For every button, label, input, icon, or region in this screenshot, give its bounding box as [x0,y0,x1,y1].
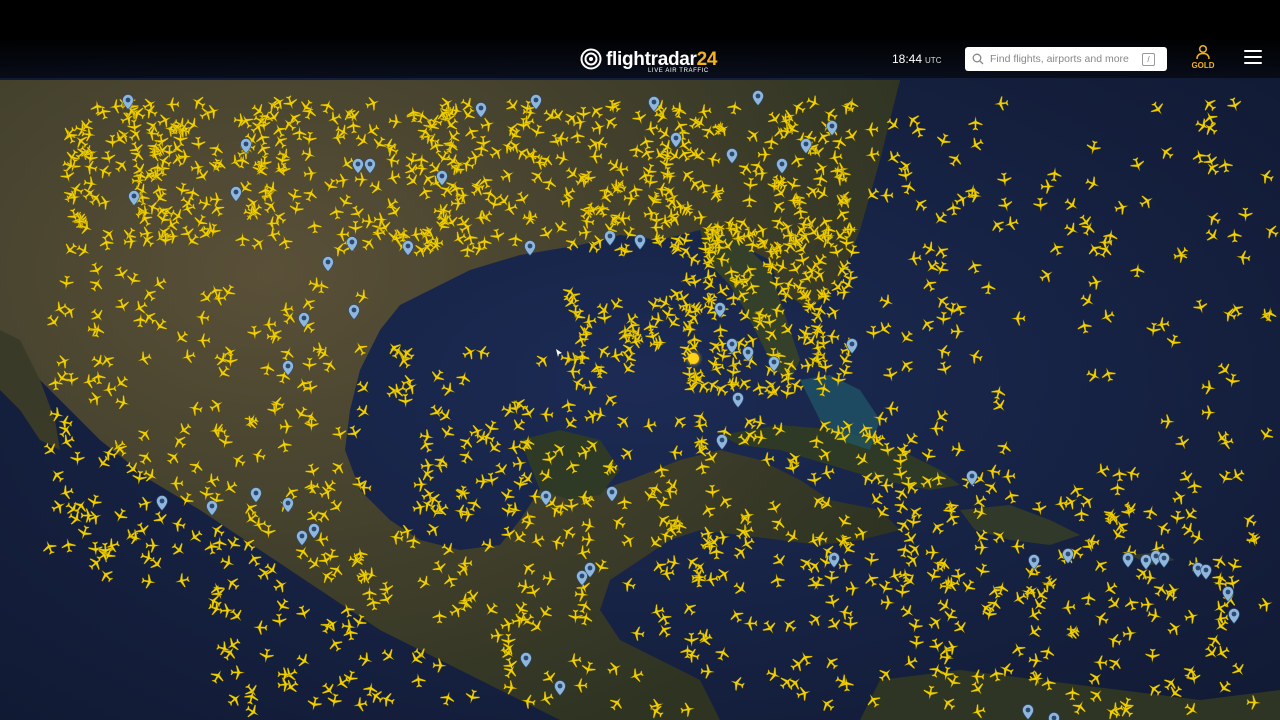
selected-aircraft-marker[interactable] [688,353,699,364]
airport-pin-icon[interactable] [1022,704,1034,720]
airport-pin-icon[interactable] [742,346,754,362]
search-box[interactable]: / [965,47,1167,71]
airport-pin-icon[interactable] [282,497,294,513]
gold-label: GOLD [1191,61,1215,70]
airport-pin-icon[interactable] [554,680,566,696]
logo-text: flightradar [606,48,697,70]
airport-pin-icon[interactable] [1048,712,1060,720]
airport-pin-icon[interactable] [298,312,310,328]
airport-pin-icon[interactable] [520,652,532,668]
top-bar: flightradar24 LIVE AIR TRAFFIC 18:44 UTC … [0,40,1280,78]
gold-account-button[interactable]: GOLD [1188,44,1218,74]
airport-pin-icon[interactable] [250,487,262,503]
clock-time: 18:44 [892,52,923,66]
airport-pin-icon[interactable] [648,96,660,112]
airport-pin-icon[interactable] [1062,548,1074,564]
airport-pin-icon[interactable] [584,562,596,578]
airport-pin-icon[interactable] [1200,564,1212,580]
airport-pin-icon[interactable] [828,552,840,568]
airport-pin-icon[interactable] [732,392,744,408]
airport-pin-icon[interactable] [436,170,448,186]
map-canvas[interactable] [0,40,1280,720]
airport-pin-icon[interactable] [475,102,487,118]
airport-pin-icon[interactable] [128,190,140,206]
flightradar-logo[interactable]: flightradar24 LIVE AIR TRAFFIC [580,43,717,75]
airport-pin-icon[interactable] [1222,586,1234,602]
airport-pin-icon[interactable] [966,470,978,486]
airport-pin-icon[interactable] [670,132,682,148]
airport-pin-icon[interactable] [1122,552,1134,568]
airport-pin-icon[interactable] [776,158,788,174]
airport-pin-icon[interactable] [240,138,252,154]
menu-bar [1244,50,1262,52]
airport-pin-icon[interactable] [308,523,320,539]
airport-pin-icon[interactable] [540,490,552,506]
search-icon [972,53,984,65]
airport-pin-icon[interactable] [826,120,838,136]
airport-pin-icon[interactable] [714,302,726,318]
airport-pin-icon[interactable] [348,304,360,320]
letterbox-top [0,0,1280,40]
airport-pin-icon[interactable] [296,530,308,546]
flightradar-logo-icon [580,48,602,70]
airport-pin-icon[interactable] [768,356,780,372]
user-icon [1196,44,1210,60]
airport-pin-icon[interactable] [156,495,168,511]
airport-pin-icon[interactable] [1228,608,1240,624]
logo-number: 24 [696,48,718,70]
airport-pin-icon[interactable] [206,500,218,516]
clock-zone: UTC [925,56,942,65]
airport-pin-icon[interactable] [346,236,358,252]
airport-pin-icon[interactable] [364,158,376,174]
airport-pin-icon[interactable] [1028,554,1040,570]
airport-pin-icon[interactable] [352,158,364,174]
search-shortcut-key: / [1142,52,1155,66]
airport-pin-icon[interactable] [122,94,134,110]
airport-pin-icon[interactable] [726,148,738,164]
airport-pin-icon[interactable] [800,138,812,154]
airport-pin-icon[interactable] [716,434,728,450]
menu-bar [1244,56,1262,58]
airport-pin-icon[interactable] [634,234,646,250]
menu-bar [1244,62,1262,64]
airport-pin-icon[interactable] [846,338,858,354]
cursor-icon [556,349,562,357]
search-input[interactable] [990,53,1140,65]
airport-pin-icon[interactable] [230,186,242,202]
airport-pin-icon[interactable] [604,230,616,246]
airport-pin-icon[interactable] [402,240,414,256]
utc-clock: 18:44 UTC [892,52,941,66]
airport-pin-icon[interactable] [524,240,536,256]
airport-pin-icon[interactable] [1158,552,1170,568]
airport-pin-icon[interactable] [726,338,738,354]
airport-pins-layer [0,40,1280,720]
airport-pin-icon[interactable] [530,94,542,110]
logo-tagline: LIVE AIR TRAFFIC [648,68,709,74]
logo-wordmark: flightradar24 [606,50,717,69]
airport-pin-icon[interactable] [606,486,618,502]
airport-pin-icon[interactable] [282,360,294,376]
hamburger-menu-icon[interactable] [1244,50,1262,66]
airport-pin-icon[interactable] [322,256,334,272]
airport-pin-icon[interactable] [752,90,764,106]
